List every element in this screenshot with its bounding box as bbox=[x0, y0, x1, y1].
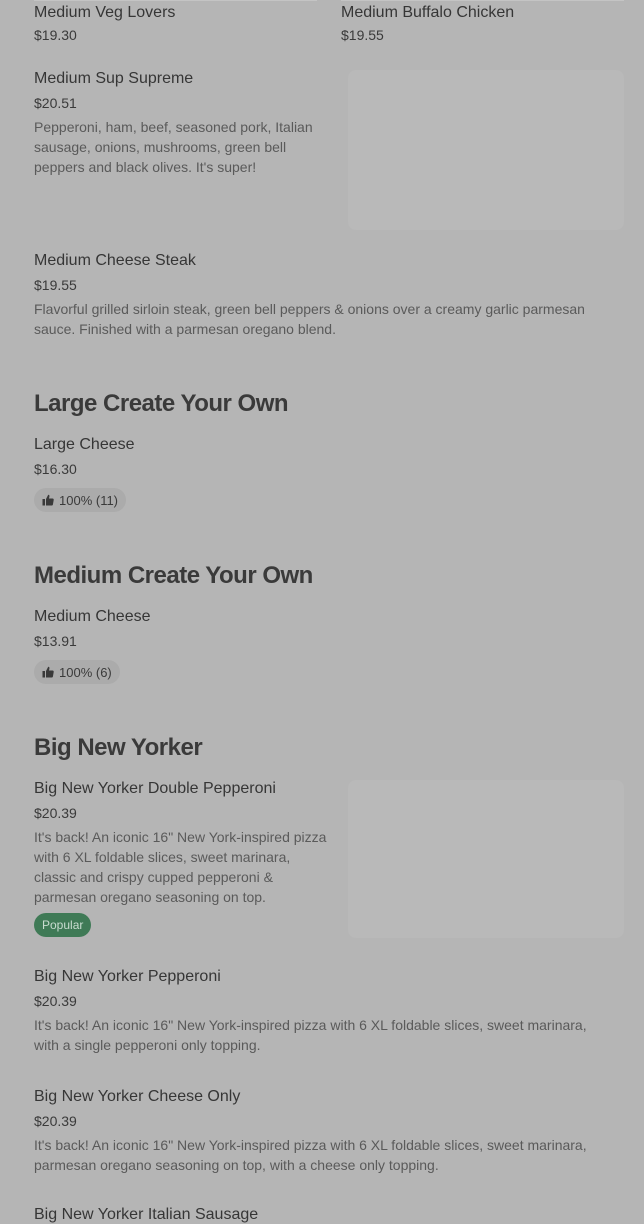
popular-badge: Popular bbox=[34, 913, 92, 937]
card-divider bbox=[341, 0, 624, 1]
item-description: It's back! An iconic 16" New York-inspir… bbox=[34, 1017, 587, 1053]
item-name: Medium Cheese Steak bbox=[34, 252, 196, 269]
thumbs-up-icon bbox=[42, 494, 54, 506]
item-price: $19.55 bbox=[341, 27, 384, 43]
item-description: Pepperoni, ham, beef, seasoned pork, Ita… bbox=[34, 119, 313, 175]
menu-item-medium-sup-supreme[interactable]: Medium Sup Supreme $20.51 Pepperoni, ham… bbox=[34, 70, 334, 177]
item-price: $19.55 bbox=[34, 277, 77, 293]
item-price: $19.30 bbox=[34, 27, 77, 43]
item-name: Big New Yorker Cheese Only bbox=[34, 1088, 241, 1105]
item-name: Big New Yorker Italian Sausage bbox=[34, 1206, 259, 1223]
rating-badge: 100% (6) bbox=[34, 660, 120, 684]
section-title: Medium Create Your Own bbox=[34, 562, 313, 589]
item-image-placeholder[interactable] bbox=[348, 780, 624, 938]
menu-item-large-cheese[interactable]: Large Cheese $16.30 bbox=[34, 436, 135, 477]
item-name: Big New Yorker Double Pepperoni bbox=[34, 780, 276, 797]
item-price: $20.39 bbox=[34, 993, 77, 1009]
menu-item-big-new-yorker-double-pepperoni[interactable]: Big New Yorker Double Pepperoni $20.39 I… bbox=[34, 780, 334, 907]
menu-item-big-new-yorker-cheese-only[interactable]: Big New Yorker Cheese Only $20.39 It's b… bbox=[34, 1088, 614, 1175]
item-price: $20.51 bbox=[34, 95, 77, 111]
item-price: $13.91 bbox=[34, 633, 77, 649]
item-price: $20.39 bbox=[34, 1113, 77, 1129]
section-title: Large Create Your Own bbox=[34, 390, 289, 417]
rating-text: 100% (11) bbox=[59, 492, 119, 508]
card-divider bbox=[34, 0, 317, 1]
rating-badge: 100% (11) bbox=[34, 488, 127, 512]
item-name: Medium Veg Lovers bbox=[34, 4, 176, 21]
item-image-placeholder[interactable] bbox=[348, 70, 624, 230]
menu-item-big-new-yorker-pepperoni[interactable]: Big New Yorker Pepperoni $20.39 It's bac… bbox=[34, 968, 614, 1055]
menu-item-medium-buffalo-chicken[interactable]: Medium Buffalo Chicken $19.55 bbox=[341, 4, 514, 43]
item-price: $20.39 bbox=[34, 805, 77, 821]
item-name: Medium Cheese bbox=[34, 608, 151, 625]
item-description: Flavorful grilled sirloin steak, green b… bbox=[34, 301, 585, 337]
item-name: Big New Yorker Pepperoni bbox=[34, 968, 221, 985]
item-description: It's back! An iconic 16" New York-inspir… bbox=[34, 1137, 587, 1173]
menu-item-medium-cheese-steak[interactable]: Medium Cheese Steak $19.55 Flavorful gri… bbox=[34, 252, 614, 339]
item-price: $16.30 bbox=[34, 461, 77, 477]
menu-item-big-new-yorker-italian-sausage[interactable]: Big New Yorker Italian Sausage bbox=[34, 1206, 258, 1224]
section-title: Big New Yorker bbox=[34, 734, 203, 761]
rating-text: 100% (6) bbox=[59, 664, 112, 680]
item-name: Medium Sup Supreme bbox=[34, 70, 194, 87]
item-name: Medium Buffalo Chicken bbox=[341, 4, 515, 21]
item-description: It's back! An iconic 16" New York-inspir… bbox=[34, 829, 327, 905]
thumbs-up-icon bbox=[42, 666, 54, 678]
menu-item-medium-veg-lovers[interactable]: Medium Veg Lovers $19.30 bbox=[34, 4, 175, 43]
item-name: Large Cheese bbox=[34, 436, 135, 453]
menu-item-medium-cheese[interactable]: Medium Cheese $13.91 bbox=[34, 608, 151, 649]
